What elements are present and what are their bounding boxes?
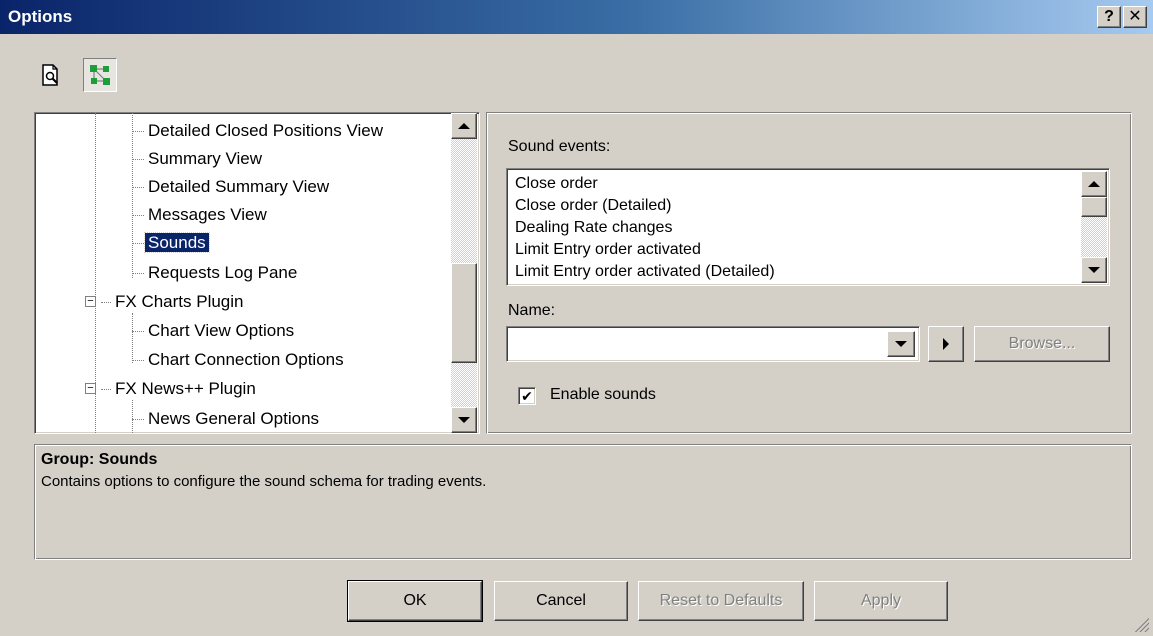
name-label: Name: bbox=[508, 302, 556, 319]
tree-item-fx-news-plugin[interactable]: FX News++ Plugin bbox=[112, 376, 259, 402]
title-bar[interactable]: Options ? ✕ bbox=[0, 0, 1153, 34]
list-item[interactable]: Close order (Detailed) bbox=[515, 195, 672, 217]
sound-name-combo[interactable] bbox=[506, 326, 920, 362]
tree-item-messages-view[interactable]: Messages View bbox=[145, 202, 270, 228]
events-scroll-thumb[interactable] bbox=[1081, 197, 1107, 217]
cancel-button[interactable]: Cancel bbox=[494, 581, 628, 621]
tree-item-chart-connection-options[interactable]: Chart Connection Options bbox=[145, 347, 347, 373]
browse-button[interactable]: Browse... bbox=[974, 326, 1110, 362]
description-panel: Group: Sounds Contains options to config… bbox=[34, 444, 1132, 560]
resize-grip-icon[interactable] bbox=[1133, 616, 1149, 632]
close-icon: ✕ bbox=[1128, 8, 1142, 25]
enable-sounds-label[interactable]: Enable sounds bbox=[550, 386, 656, 404]
tree-scrollbar[interactable] bbox=[451, 113, 477, 433]
tree-item-summary-view[interactable]: Summary View bbox=[145, 146, 265, 172]
tree-scroll-down-button[interactable] bbox=[451, 407, 477, 433]
reset-to-defaults-button[interactable]: Reset to Defaults bbox=[638, 581, 804, 621]
ok-button[interactable]: OK bbox=[347, 580, 483, 622]
list-item[interactable]: Limit Entry order activated (Detailed) bbox=[515, 261, 775, 283]
tree-view-button[interactable] bbox=[83, 58, 117, 92]
minus-icon: − bbox=[87, 295, 94, 307]
collapse-fx-charts-plugin-button[interactable]: − bbox=[85, 296, 96, 307]
close-button[interactable]: ✕ bbox=[1123, 6, 1147, 28]
play-sound-button[interactable] bbox=[928, 326, 964, 362]
events-scroll-down-button[interactable] bbox=[1081, 257, 1107, 283]
tree-view-icon bbox=[90, 65, 110, 85]
description-text: Contains options to configure the sound … bbox=[41, 473, 487, 490]
arrow-up-icon bbox=[458, 123, 470, 129]
description-title: Group: Sounds bbox=[41, 451, 158, 468]
combo-dropdown-button[interactable] bbox=[887, 331, 915, 357]
tree-item-detailed-closed-positions-view[interactable]: Detailed Closed Positions View bbox=[145, 118, 386, 144]
tree-item-fx-charts-plugin[interactable]: FX Charts Plugin bbox=[112, 289, 247, 315]
help-button[interactable]: ? bbox=[1097, 6, 1121, 28]
checkmark-icon: ✔ bbox=[521, 387, 533, 404]
sound-events-label: Sound events: bbox=[508, 138, 611, 155]
list-item[interactable]: Close order bbox=[515, 173, 598, 195]
tree-item-requests-log-pane[interactable]: Requests Log Pane bbox=[145, 260, 300, 286]
minus-icon: − bbox=[87, 382, 94, 394]
tree-item-detailed-summary-view[interactable]: Detailed Summary View bbox=[145, 174, 332, 200]
arrow-down-icon bbox=[1088, 267, 1100, 273]
apply-button[interactable]: Apply bbox=[814, 581, 948, 621]
tree-item-chart-view-options[interactable]: Chart View Options bbox=[145, 318, 297, 344]
tree-item-sounds[interactable]: Sounds bbox=[144, 230, 210, 256]
page-preview-icon bbox=[42, 64, 58, 86]
arrow-up-icon bbox=[1088, 181, 1100, 187]
chevron-down-icon bbox=[895, 341, 907, 347]
page-preview-button[interactable] bbox=[34, 58, 68, 92]
window-title: Options bbox=[8, 7, 73, 26]
sound-events-list[interactable]: Close order Close order (Detailed) Deali… bbox=[506, 168, 1110, 286]
play-icon bbox=[943, 338, 949, 350]
options-tree[interactable]: Detailed Closed Positions View Summary V… bbox=[34, 112, 480, 434]
tree-item-news-general-options[interactable]: News General Options bbox=[145, 406, 322, 432]
arrow-down-icon bbox=[458, 417, 470, 423]
help-icon: ? bbox=[1104, 8, 1114, 25]
tree-scroll-thumb[interactable] bbox=[451, 263, 477, 363]
tree-scroll-up-button[interactable] bbox=[451, 113, 477, 139]
events-scroll-up-button[interactable] bbox=[1081, 171, 1107, 197]
list-item[interactable]: Dealing Rate changes bbox=[515, 217, 672, 239]
collapse-fx-news-plugin-button[interactable]: − bbox=[85, 383, 96, 394]
sound-events-scrollbar[interactable] bbox=[1081, 171, 1107, 283]
list-item[interactable]: Limit Entry order activated bbox=[515, 239, 701, 261]
enable-sounds-checkbox[interactable]: ✔ bbox=[518, 387, 536, 405]
